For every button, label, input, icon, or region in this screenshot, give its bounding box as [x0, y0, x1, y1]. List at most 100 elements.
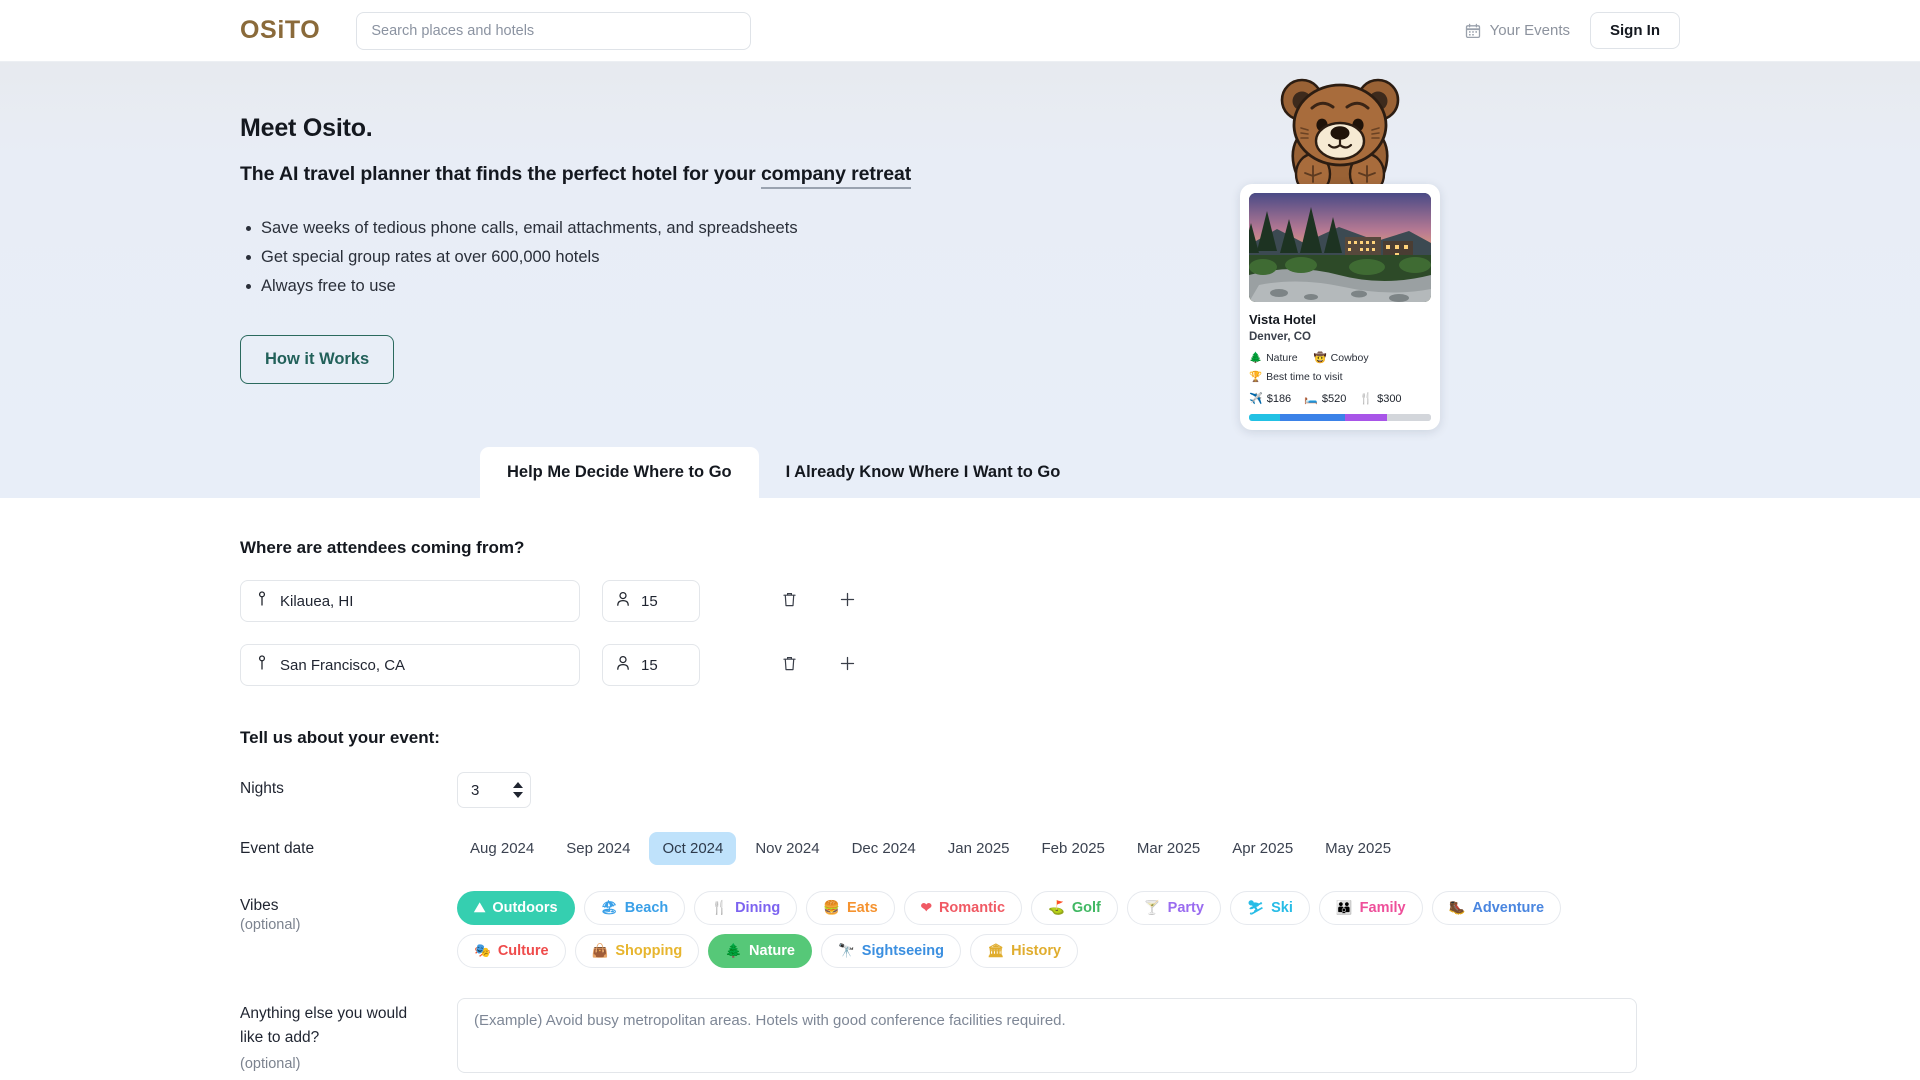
hotel-name: Vista Hotel — [1249, 312, 1316, 327]
mode-tabs: Help Me Decide Where to Go I Already Kno… — [480, 447, 1087, 498]
masks-icon: 🎭 — [474, 943, 491, 959]
price-hotel: 🛏️ $520 — [1304, 392, 1346, 406]
month-option-feb-2025[interactable]: Feb 2025 — [1029, 832, 1118, 865]
vibes-label: Vibes (optional) — [240, 889, 457, 933]
notes-label-line1: Anything else you would — [240, 1005, 408, 1022]
tab-help-me-decide[interactable]: Help Me Decide Where to Go — [480, 447, 759, 498]
month-option-aug-2024[interactable]: Aug 2024 — [457, 832, 547, 865]
hero-subtitle-link[interactable]: company retreat — [760, 163, 911, 189]
page-title: Meet Osito. — [240, 114, 373, 142]
trophy-icon: 🏆 — [1249, 371, 1263, 383]
price-value: $300 — [1377, 392, 1402, 405]
vibe-chip-family[interactable]: 👪 Family — [1318, 891, 1423, 925]
month-option-oct-2024[interactable]: Oct 2024 — [649, 832, 737, 865]
cutlery-icon: 🍴 — [1359, 393, 1374, 405]
vibe-chip-party[interactable]: 🍸 Party — [1126, 891, 1221, 925]
vibe-chip-label: Culture — [497, 943, 549, 959]
trip-form: Where are attendees coming from? Kilauea… — [0, 498, 1920, 1076]
month-option-apr-2025[interactable]: Apr 2025 — [1219, 832, 1306, 865]
add-origin-button-1[interactable] — [830, 584, 864, 618]
vibe-chip-golf[interactable]: ⛳ Golf — [1031, 891, 1118, 925]
vibe-chip-nature[interactable]: 🌲 Nature — [708, 934, 812, 968]
price-food: 🍴 $300 — [1359, 392, 1402, 406]
month-option-may-2025[interactable]: May 2025 — [1312, 832, 1404, 865]
origin-input-1[interactable]: Kilauea, HI — [240, 580, 580, 622]
fork-knife-icon: 🍴 — [711, 900, 729, 916]
your-events-button[interactable]: Your Events — [1465, 22, 1570, 39]
price-bar-segment-2 — [1345, 414, 1388, 421]
list-item: Save weeks of tedious phone calls, email… — [246, 214, 1680, 243]
monument-icon: 🏛 — [986, 943, 1005, 959]
vibe-chip-history[interactable]: 🏛 History — [969, 934, 1079, 968]
event-date-row: Event date Aug 2024 Sep 2024 Oct 2024 No… — [240, 832, 1680, 865]
search-box[interactable] — [356, 11, 752, 50]
delete-origin-button-2[interactable] — [772, 648, 806, 682]
vibe-chip-adventure[interactable]: 🥾 Adventure — [1431, 891, 1562, 925]
price-breakdown-bar — [1249, 414, 1431, 421]
vibe-chip-romantic[interactable]: ❤ Romantic — [903, 891, 1023, 925]
attendee-count-2[interactable]: 15 — [602, 644, 700, 686]
hotel-tags: 🌲 Nature 🤠 Cowboy — [1249, 351, 1431, 365]
attendee-origin-row: Kilauea, HI 15 — [240, 580, 1680, 622]
attendee-origin-row: San Francisco, CA 15 — [240, 644, 1680, 686]
how-it-works-button[interactable]: How it Works — [240, 335, 395, 384]
attendee-count-1[interactable]: 15 — [602, 580, 700, 622]
list-item: Get special group rates at over 600,000 … — [246, 243, 1680, 272]
vibe-chip-beach[interactable]: 🏖 Beach — [583, 891, 686, 925]
calendar-icon — [1465, 23, 1481, 39]
map-pin-icon — [256, 590, 268, 612]
vibe-chip-outdoors[interactable]: ⛰ Outdoors — [457, 891, 575, 925]
sign-in-button[interactable]: Sign In — [1590, 12, 1680, 49]
event-heading: Tell us about your event: — [240, 728, 440, 747]
family-icon: 👪 — [1335, 900, 1353, 916]
evergreen-tree-icon: 🌲 — [1249, 352, 1263, 364]
vibe-chip-sightseeing[interactable]: 🔭 Sightseeing — [820, 934, 961, 968]
hotel-preview-card[interactable]: Vista Hotel Denver, CO 🌲 Nature 🤠 Cowboy… — [1240, 184, 1440, 430]
hero-section: Meet Osito. The AI travel planner that f… — [0, 62, 1920, 498]
stepper-up-icon[interactable] — [513, 782, 523, 788]
month-option-nov-2024[interactable]: Nov 2024 — [742, 832, 832, 865]
hotel-location: Denver, CO — [1249, 331, 1311, 343]
month-option-sep-2024[interactable]: Sep 2024 — [553, 832, 643, 865]
month-option-mar-2025[interactable]: Mar 2025 — [1124, 832, 1213, 865]
burger-icon: 🍔 — [823, 900, 840, 916]
vibe-chip-culture[interactable]: 🎭 Culture — [457, 934, 566, 968]
vibe-chip-eats[interactable]: 🍔 Eats — [806, 891, 895, 925]
list-item: Always free to use — [246, 272, 1680, 301]
delete-origin-button-1[interactable] — [772, 584, 806, 618]
vibe-chip-label: Family — [1359, 900, 1406, 916]
month-option-jan-2025[interactable]: Jan 2025 — [935, 832, 1023, 865]
bed-icon: 🛏️ — [1304, 393, 1318, 405]
month-option-dec-2024[interactable]: Dec 2024 — [839, 832, 929, 865]
price-flight: ✈️ $186 — [1249, 392, 1291, 406]
origin-input-2[interactable]: San Francisco, CA — [240, 644, 580, 686]
vibe-chip-label: Golf — [1071, 900, 1101, 916]
plus-icon — [839, 655, 856, 675]
hotel-best-time-label: Best time to visit — [1266, 370, 1343, 383]
nights-spinner — [506, 773, 530, 807]
add-origin-button-2[interactable] — [830, 648, 864, 682]
event-date-label: Event date — [240, 840, 315, 857]
vibe-chip-dining[interactable]: 🍴 Dining — [694, 891, 798, 925]
osito-logo[interactable]: OSiTO — [240, 16, 320, 45]
vibes-row: Vibes (optional) ⛰ Outdoors 🏖 Beach 🍴 Dining 🍔… — [240, 889, 1680, 968]
tab-i-already-know[interactable]: I Already Know Where I Want to Go — [759, 447, 1088, 498]
tree-icon: 🌲 — [725, 943, 743, 959]
notes-label-line2: like to add? — [240, 1029, 320, 1046]
nights-value: 3 — [471, 781, 480, 799]
hotel-tag-label: Nature — [1266, 351, 1298, 364]
stepper-down-icon[interactable] — [513, 792, 523, 798]
price-bar-segment-3 — [1387, 414, 1431, 421]
search-input[interactable] — [371, 22, 737, 39]
vibe-chip-shopping[interactable]: 👜 Shopping — [574, 934, 700, 968]
hotel-best-time: 🏆 Best time to visit — [1249, 370, 1431, 384]
person-icon — [616, 655, 630, 676]
vibe-chip-ski[interactable]: ⛷ Ski — [1229, 891, 1310, 925]
hotel-tag: 🌲 Nature — [1249, 351, 1298, 365]
nights-stepper[interactable]: 3 — [457, 772, 531, 808]
notes-textarea[interactable] — [457, 998, 1637, 1073]
vibe-chip-label: Nature — [749, 943, 795, 959]
month-selector: Aug 2024 Sep 2024 Oct 2024 Nov 2024 Dec … — [457, 832, 1404, 865]
map-pin-icon — [256, 654, 268, 676]
attendee-count-value: 15 — [641, 656, 658, 674]
